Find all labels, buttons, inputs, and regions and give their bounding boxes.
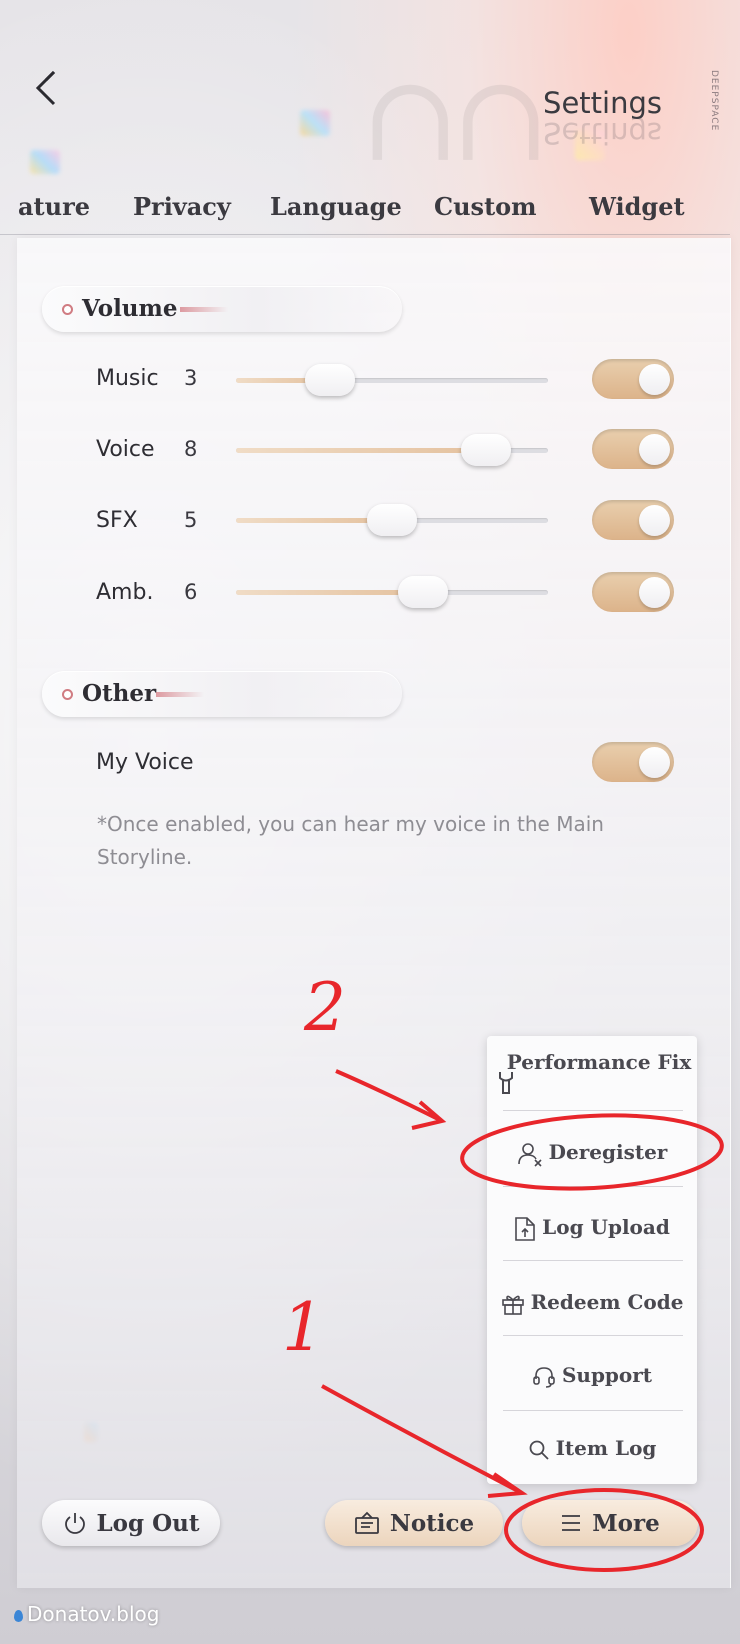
menu-item-item-log[interactable]: Item Log [487, 1431, 697, 1465]
menu-item-label: Log Upload [542, 1215, 670, 1239]
sfx-slider[interactable] [236, 502, 548, 538]
notice-label: Notice [389, 1509, 475, 1537]
ambience-slider[interactable] [236, 574, 548, 610]
menu-item-label: Deregister [548, 1140, 668, 1164]
notice-board-icon [354, 1511, 380, 1535]
settings-tabs: ature Privacy Language Custom Widget [0, 192, 740, 234]
tabs-divider [0, 234, 730, 235]
menu-item-performance-fix[interactable]: Performance Fix [487, 1048, 697, 1106]
toggle-knob [639, 747, 670, 778]
menu-divider [503, 1186, 683, 1187]
section-title: Volume [82, 295, 178, 322]
tab-privacy[interactable]: Privacy [133, 192, 231, 221]
row-label: Music [96, 366, 159, 391]
watermark-text: Donatov.blog [27, 1602, 160, 1626]
more-button[interactable]: More [522, 1500, 698, 1546]
menu-item-log-upload[interactable]: Log Upload [487, 1210, 697, 1244]
tab-language[interactable]: Language [270, 192, 402, 221]
music-toggle[interactable] [592, 359, 674, 399]
row-value: 5 [184, 508, 198, 532]
section-tag-decoration [156, 692, 204, 697]
slider-thumb[interactable] [367, 504, 417, 536]
logo-watermark: ∩∩ [360, 50, 551, 189]
slider-thumb[interactable] [460, 434, 511, 466]
toggle-knob [639, 577, 670, 608]
menu-item-redeem-code[interactable]: Redeem Code [487, 1285, 697, 1319]
my-voice-label: My Voice [96, 750, 194, 775]
tab-widget[interactable]: Widget [589, 192, 685, 221]
other-section-header: Other [42, 671, 402, 717]
menu-item-label: Support [561, 1363, 653, 1387]
menu-item-label: Redeem Code [530, 1290, 684, 1314]
row-value: 3 [184, 366, 198, 390]
row-value: 8 [184, 437, 198, 461]
site-watermark: Donatov.blog [14, 1602, 159, 1626]
menu-item-support[interactable]: Support [487, 1358, 697, 1392]
drop-icon [14, 1609, 23, 1622]
toggle-knob [639, 364, 670, 395]
section-title: Other [82, 680, 157, 707]
slider-fill [236, 448, 486, 453]
row-label: Voice [96, 437, 155, 462]
sfx-toggle[interactable] [592, 500, 674, 540]
headset-icon [533, 1366, 555, 1388]
menu-item-label: Item Log [555, 1436, 657, 1460]
menu-divider [503, 1110, 683, 1111]
row-value: 6 [184, 580, 198, 604]
my-voice-toggle[interactable] [592, 742, 674, 782]
notice-button[interactable]: Notice [325, 1500, 503, 1546]
voice-toggle[interactable] [592, 429, 674, 469]
ambience-toggle[interactable] [592, 572, 674, 612]
toggle-knob [639, 434, 670, 465]
file-upload-icon [515, 1216, 535, 1241]
section-dot-icon [62, 304, 73, 315]
wrench-icon [499, 1072, 513, 1094]
toggle-knob [639, 505, 670, 536]
brand-vertical-text: DEEPSPACE [709, 70, 719, 132]
voice-slider[interactable] [236, 432, 548, 468]
search-icon [529, 1440, 549, 1460]
back-button[interactable] [28, 66, 68, 110]
my-voice-note: *Once enabled, you can hear my voice in … [97, 812, 604, 869]
power-icon [63, 1511, 87, 1535]
slider-thumb[interactable] [304, 364, 355, 396]
tab-feature[interactable]: ature [18, 192, 90, 221]
gift-icon [501, 1295, 524, 1315]
log-out-label: Log Out [96, 1509, 200, 1537]
tab-custom[interactable]: Custom [434, 192, 537, 221]
menu-divider [503, 1335, 683, 1336]
menu-divider [503, 1260, 683, 1261]
page-title-reflection: Settings [543, 116, 662, 150]
light-sparkle [300, 110, 330, 136]
chevron-left-icon [35, 70, 56, 106]
row-label: Amb. [96, 580, 154, 605]
volume-section-header: Volume [42, 286, 402, 332]
music-slider[interactable] [236, 362, 548, 398]
step-number-1: 1 [282, 1289, 324, 1366]
step-number-2: 2 [304, 969, 346, 1046]
page-title: Settings [543, 86, 662, 120]
more-label: More [592, 1509, 660, 1537]
light-sparkle [30, 150, 60, 174]
more-menu: Performance Fix Deregister Log Upload Re… [487, 1036, 697, 1484]
menu-item-deregister[interactable]: Deregister [487, 1135, 697, 1169]
row-label: SFX [96, 508, 138, 533]
menu-lines-icon [560, 1513, 582, 1533]
section-dot-icon [62, 689, 73, 700]
slider-fill [236, 590, 424, 595]
menu-item-label: Performance Fix [506, 1050, 692, 1074]
log-out-button[interactable]: Log Out [42, 1500, 220, 1546]
menu-divider [503, 1410, 683, 1411]
slider-thumb[interactable] [398, 576, 449, 608]
section-tag-decoration [180, 307, 228, 312]
user-remove-icon [517, 1142, 542, 1167]
